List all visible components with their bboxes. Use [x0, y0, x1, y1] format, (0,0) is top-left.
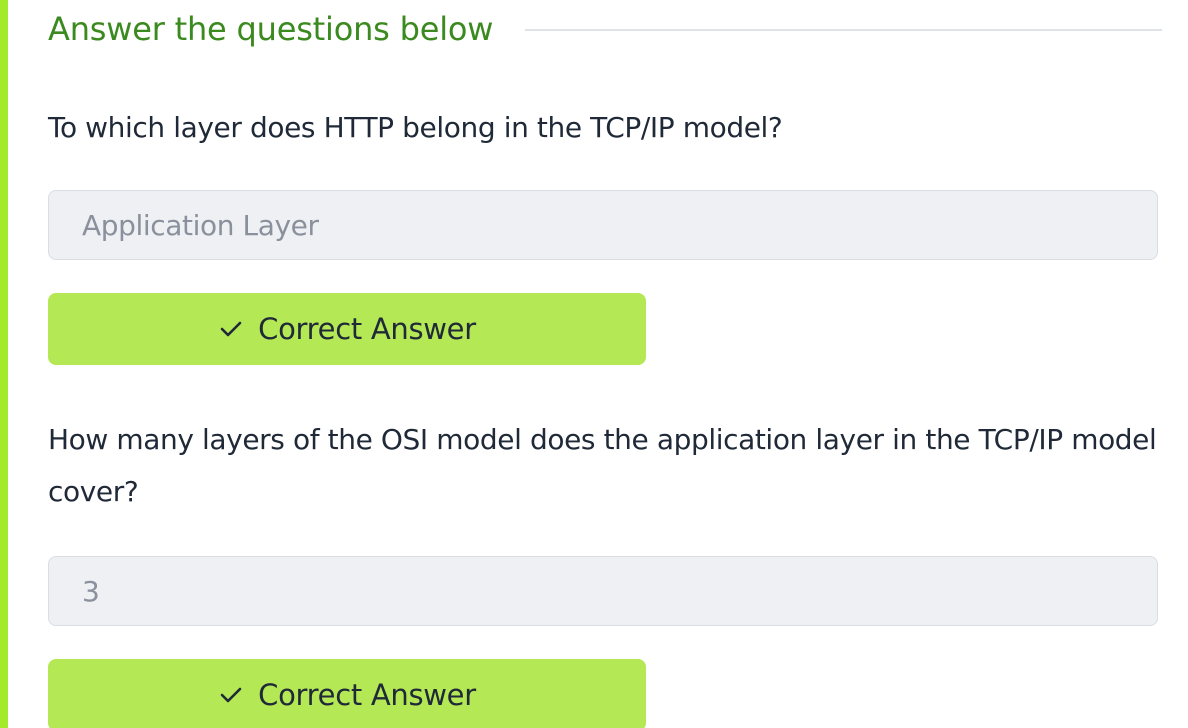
question-2-answer-input[interactable]: [49, 574, 1157, 608]
section-divider: [525, 29, 1162, 31]
question-2-answer-box[interactable]: [48, 556, 1158, 626]
check-icon: [218, 682, 244, 708]
question-1-answer-box[interactable]: [48, 190, 1158, 260]
question-1-answer-input[interactable]: [49, 208, 1157, 242]
check-icon: [218, 316, 244, 342]
section-accent-bar: [0, 0, 8, 728]
question-1-correct-answer-button[interactable]: Correct Answer: [48, 293, 646, 365]
question-2-correct-answer-button[interactable]: Correct Answer: [48, 659, 646, 728]
question-2-button-label: Correct Answer: [258, 678, 476, 712]
section-header: Answer the questions below: [48, 6, 1162, 52]
question-2-text: How many layers of the OSI model does th…: [48, 423, 1157, 508]
question-1-text: To which layer does HTTP belong in the T…: [48, 111, 783, 144]
section-title: Answer the questions below: [48, 10, 494, 48]
question-1-button-label: Correct Answer: [258, 312, 476, 346]
